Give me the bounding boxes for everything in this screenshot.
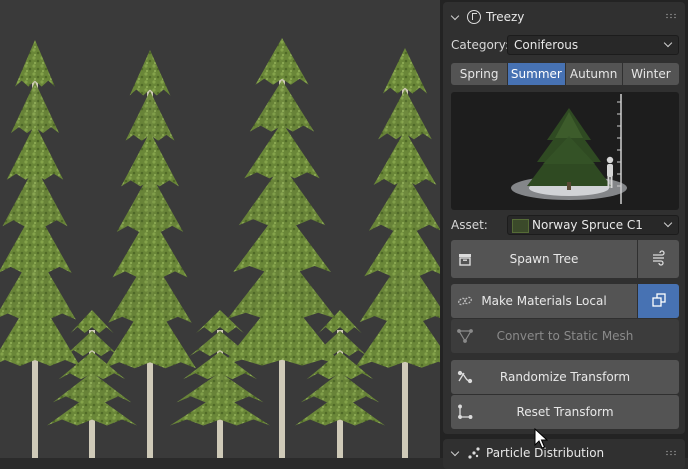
tree-foliage [129,50,171,96]
reset-transform-label: Reset Transform [516,405,614,419]
duplicate-toggle[interactable] [638,284,679,318]
wind-icon [651,249,667,269]
tree-foliage [382,48,428,94]
asset-dropdown[interactable]: Norway Spruce C1 [507,215,679,235]
season-selector: Spring Summer Autumn Winter [451,63,679,85]
chevron-down-icon [663,38,673,48]
chevron-down-icon[interactable] [451,12,461,22]
chevron-down-icon[interactable] [451,448,461,458]
convert-to-static-mesh-button[interactable]: Convert to Static Mesh [451,319,679,353]
category-dropdown[interactable]: Coniferous [507,35,679,55]
randomize-icon [457,369,473,385]
season-autumn-tab[interactable]: Autumn [565,63,622,85]
make-materials-local-button[interactable]: Make Materials Local [451,284,637,318]
category-label: Category: [451,38,509,52]
tree-foliage [104,295,196,369]
make-materials-local-label: Make Materials Local [481,294,607,308]
chevron-down-icon [663,218,673,228]
season-spring-tab[interactable]: Spring [451,63,508,85]
asset-label: Asset: [451,218,488,232]
asset-preview-image [511,94,627,204]
3d-viewport[interactable] [0,0,440,458]
drag-grip-icon[interactable] [665,450,677,456]
season-summer-tab[interactable]: Summer [508,63,565,85]
side-panel: Treezy Category: Coniferous Spring Summe… [440,0,688,469]
chain-link-icon [457,293,473,309]
duplicate-icon [651,292,667,311]
axes-icon [457,404,473,420]
particle-distribution-section: Particle Distribution [443,439,685,469]
treezy-section: Treezy Category: Coniferous Spring Summe… [443,2,685,434]
reset-transform-button[interactable]: Reset Transform [451,395,679,429]
asset-value: Norway Spruce C1 [532,218,643,232]
wind-button[interactable] [638,240,679,278]
tree-foliage [15,40,55,87]
tree-render [0,38,440,458]
treezy-logo-icon [467,9,481,24]
asset-thumbnail-icon [512,219,529,233]
convert-to-static-mesh-label: Convert to Static Mesh [496,329,634,343]
asset-preview[interactable] [451,92,679,210]
category-value: Coniferous [514,38,579,52]
tree-foliage [70,310,114,334]
spawn-tree-label: Spawn Tree [509,252,579,266]
tree-foliage [255,38,309,85]
treezy-section-header[interactable]: Treezy [443,2,685,31]
particle-distribution-header[interactable]: Particle Distribution [443,439,685,467]
archive-box-icon [457,251,473,267]
mesh-icon [457,328,473,344]
section-title: Treezy [486,9,525,24]
mouse-cursor-icon [534,428,548,449]
randomize-transform-button[interactable]: Randomize Transform [451,360,679,394]
spawn-tree-button[interactable]: Spawn Tree [451,240,637,278]
season-winter-tab[interactable]: Winter [622,63,679,85]
drag-grip-icon[interactable] [665,13,677,19]
randomize-transform-label: Randomize Transform [499,370,631,384]
